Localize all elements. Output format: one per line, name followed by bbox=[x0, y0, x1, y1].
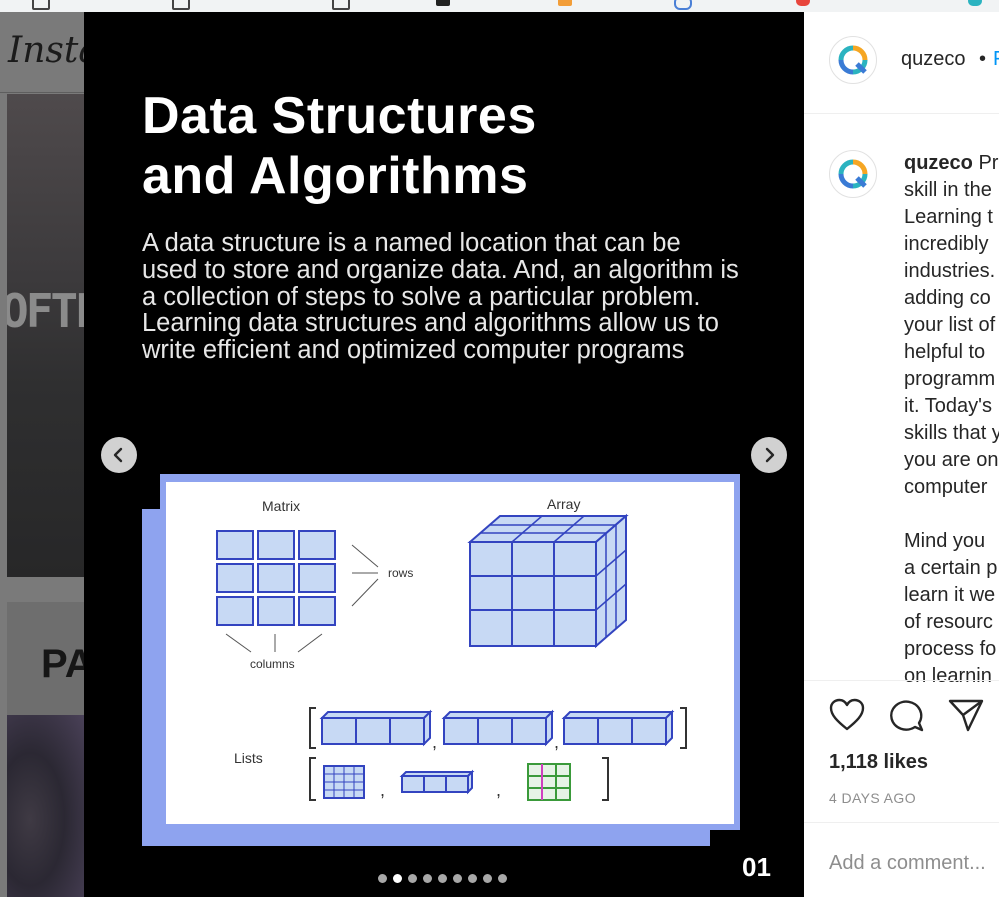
header-separator: • bbox=[979, 48, 987, 70]
caption-text: Learning t bbox=[904, 206, 993, 228]
feed-post-image[interactable]: PA bbox=[7, 602, 84, 897]
slide-dot bbox=[378, 874, 387, 883]
columns-label: columns bbox=[250, 657, 295, 671]
slide-indicator bbox=[378, 874, 507, 883]
figure-panel: Matrix Array rows columns Lists , , , , bbox=[166, 482, 734, 824]
share-icon bbox=[948, 699, 984, 732]
comment-input[interactable] bbox=[829, 852, 999, 875]
post-header: quzeco • F bbox=[804, 12, 999, 114]
bookmark-item[interactable] bbox=[172, 0, 190, 10]
svg-text:,: , bbox=[380, 780, 385, 800]
quzeco-logo-icon bbox=[838, 45, 868, 75]
slide-dot bbox=[453, 874, 462, 883]
svg-text:,: , bbox=[432, 732, 437, 752]
post-caption: quzeco Pr skill in the Learning t incred… bbox=[904, 150, 999, 690]
caption-text: process fo bbox=[904, 638, 997, 660]
data-structures-figure: Matrix Array rows columns Lists , , , , bbox=[142, 474, 740, 846]
slide-body-text: A data structure is a named location tha… bbox=[142, 229, 739, 365]
bookmark-item[interactable] bbox=[796, 0, 810, 6]
bookmark-item[interactable] bbox=[558, 0, 572, 6]
comment-icon bbox=[890, 700, 924, 732]
caption-text: of resourc bbox=[904, 611, 993, 633]
slide-dot bbox=[498, 874, 507, 883]
header-username[interactable]: quzeco bbox=[901, 48, 966, 71]
slide-dot bbox=[483, 874, 492, 883]
previous-slide-button[interactable] bbox=[101, 437, 137, 473]
lists-label: Lists bbox=[234, 750, 263, 766]
instagram-logo[interactable]: Insta bbox=[8, 30, 84, 71]
share-button[interactable] bbox=[948, 698, 984, 737]
array-label: Array bbox=[547, 496, 581, 512]
next-slide-button[interactable] bbox=[751, 437, 787, 473]
like-button[interactable] bbox=[829, 698, 865, 737]
svg-text:,: , bbox=[496, 780, 501, 800]
chevron-left-icon bbox=[113, 447, 123, 463]
avatar[interactable] bbox=[829, 150, 877, 198]
follow-button[interactable]: F bbox=[993, 48, 999, 71]
feed-post-text: PA bbox=[41, 642, 84, 686]
likes-count[interactable]: 1,118 likes bbox=[829, 751, 928, 774]
chevron-right-icon bbox=[765, 447, 775, 463]
rows-label: rows bbox=[388, 566, 414, 580]
slide-dot bbox=[438, 874, 447, 883]
slide-dot bbox=[468, 874, 477, 883]
caption-text: computer bbox=[904, 476, 988, 498]
quzeco-logo-icon bbox=[838, 159, 868, 189]
comment-divider bbox=[804, 822, 999, 823]
caption-text: you are on bbox=[904, 449, 999, 471]
matrix-arrows bbox=[225, 544, 379, 653]
caption-paragraph: Mind you a certain p learn it we of reso… bbox=[904, 528, 999, 690]
feed-post-image[interactable]: OFTE bbox=[7, 94, 84, 577]
caption-text: programm bbox=[904, 368, 996, 390]
feed-post-text: OFTE bbox=[7, 284, 84, 338]
caption-username[interactable]: quzeco bbox=[904, 152, 973, 174]
post-media-viewer: Data Structures and Algorithms A data st… bbox=[84, 12, 804, 897]
slide-dot bbox=[423, 874, 432, 883]
caption-text: skill in the bbox=[904, 179, 992, 201]
feed-post-photo bbox=[7, 715, 84, 897]
array-illustration bbox=[467, 513, 629, 649]
background-feed: Insta OFTE PA bbox=[0, 12, 84, 897]
caption-text: industries. bbox=[904, 260, 996, 282]
caption-text: a certain p bbox=[904, 557, 998, 579]
post-info-panel: quzeco • F quzeco Pr skill in the Learni… bbox=[804, 12, 999, 897]
feed-header-divider bbox=[0, 92, 84, 93]
avatar[interactable] bbox=[829, 36, 877, 84]
bookmark-item[interactable] bbox=[674, 0, 692, 10]
caption-text: Pr bbox=[978, 152, 999, 174]
caption-text: on learnin bbox=[904, 665, 992, 687]
lists-illustration: , , , , bbox=[309, 707, 687, 801]
caption-text: learn it we bbox=[904, 584, 996, 606]
caption-paragraph: quzeco Pr skill in the Learning t incred… bbox=[904, 150, 999, 501]
actions-divider bbox=[804, 680, 999, 681]
caption-text: helpful to bbox=[904, 341, 986, 363]
post-timestamp[interactable]: 4 DAYS AGO bbox=[829, 790, 916, 806]
bookmark-item[interactable] bbox=[32, 0, 50, 10]
heart-icon bbox=[829, 698, 865, 731]
caption-text: adding co bbox=[904, 287, 991, 309]
bookmark-item[interactable] bbox=[436, 0, 450, 6]
slide-number: 01 bbox=[742, 852, 771, 882]
caption-text: your list of bbox=[904, 314, 996, 336]
caption-text: Mind you bbox=[904, 530, 986, 552]
slide-dot-active bbox=[393, 874, 402, 883]
bookmark-item[interactable] bbox=[968, 0, 982, 6]
bookmark-item[interactable] bbox=[332, 0, 350, 10]
slide-title: Data Structures and Algorithms bbox=[142, 87, 537, 205]
caption-text: incredibly bbox=[904, 233, 989, 255]
svg-text:,: , bbox=[554, 732, 559, 752]
caption-text: it. Today's bbox=[904, 395, 992, 417]
caption-text: skills that y bbox=[904, 422, 999, 444]
slide-dot bbox=[408, 874, 417, 883]
comment-button[interactable] bbox=[889, 698, 925, 737]
